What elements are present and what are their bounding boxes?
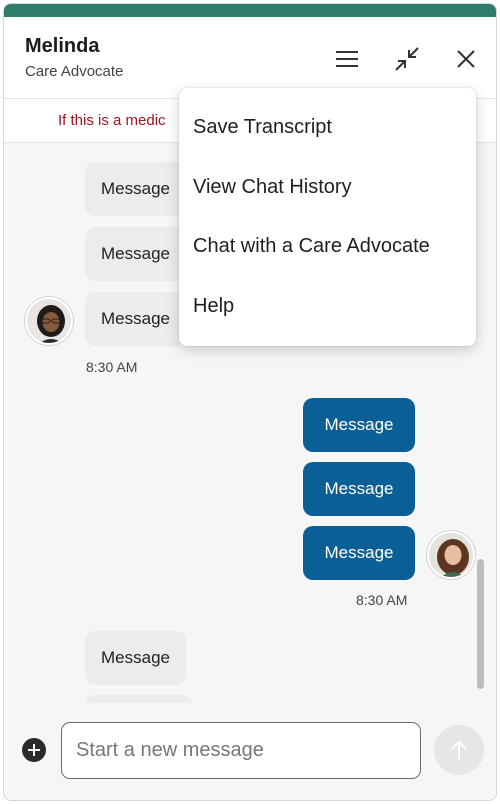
message-timestamp: 8:30 AM: [356, 592, 408, 608]
minimize-icon: [395, 47, 419, 71]
minimize-button[interactable]: [391, 43, 423, 75]
agent-name: Melinda: [25, 35, 100, 57]
menu-item-save-transcript[interactable]: Save Transcript: [193, 116, 332, 139]
menu-item-chat-with-care-advocate[interactable]: Chat with a Care Advocate: [193, 235, 430, 258]
chat-header: Melinda Care Advocate: [4, 17, 496, 99]
message-timestamp: 8:30 AM: [86, 359, 138, 375]
arrow-up-icon: [451, 740, 467, 759]
options-menu: Save Transcript View Chat History Chat w…: [179, 88, 476, 346]
outgoing-message: Message: [303, 398, 415, 452]
close-button[interactable]: [450, 43, 482, 75]
message-composer: [4, 703, 496, 800]
menu-item-help[interactable]: Help: [193, 295, 234, 318]
incoming-message-partial: [85, 695, 193, 703]
outgoing-message: Message: [303, 526, 415, 580]
message-input[interactable]: [61, 722, 421, 779]
user-avatar: [427, 531, 475, 579]
menu-icon: [336, 51, 358, 67]
top-accent-bar: [4, 4, 496, 17]
incoming-message: Message: [85, 227, 186, 281]
scrollbar-thumb[interactable]: [477, 559, 484, 689]
user-avatar-image: [429, 533, 473, 577]
incoming-message: Message: [85, 292, 186, 346]
agent-avatar: [25, 297, 73, 345]
menu-button[interactable]: [331, 43, 363, 75]
incoming-message: Message: [85, 631, 186, 685]
add-attachment-button[interactable]: [22, 738, 46, 762]
incoming-message: Message: [85, 162, 186, 216]
menu-item-view-chat-history[interactable]: View Chat History: [193, 176, 352, 199]
send-button[interactable]: [434, 725, 484, 775]
emergency-banner-text: If this is a medic: [58, 112, 166, 129]
close-icon: [457, 50, 475, 68]
outgoing-message: Message: [303, 462, 415, 516]
chat-window: Melinda Care Advocate If this is a medic…: [3, 3, 497, 801]
plus-circle-icon: [28, 744, 40, 756]
agent-role: Care Advocate: [25, 63, 124, 80]
agent-avatar-image: [27, 299, 71, 343]
